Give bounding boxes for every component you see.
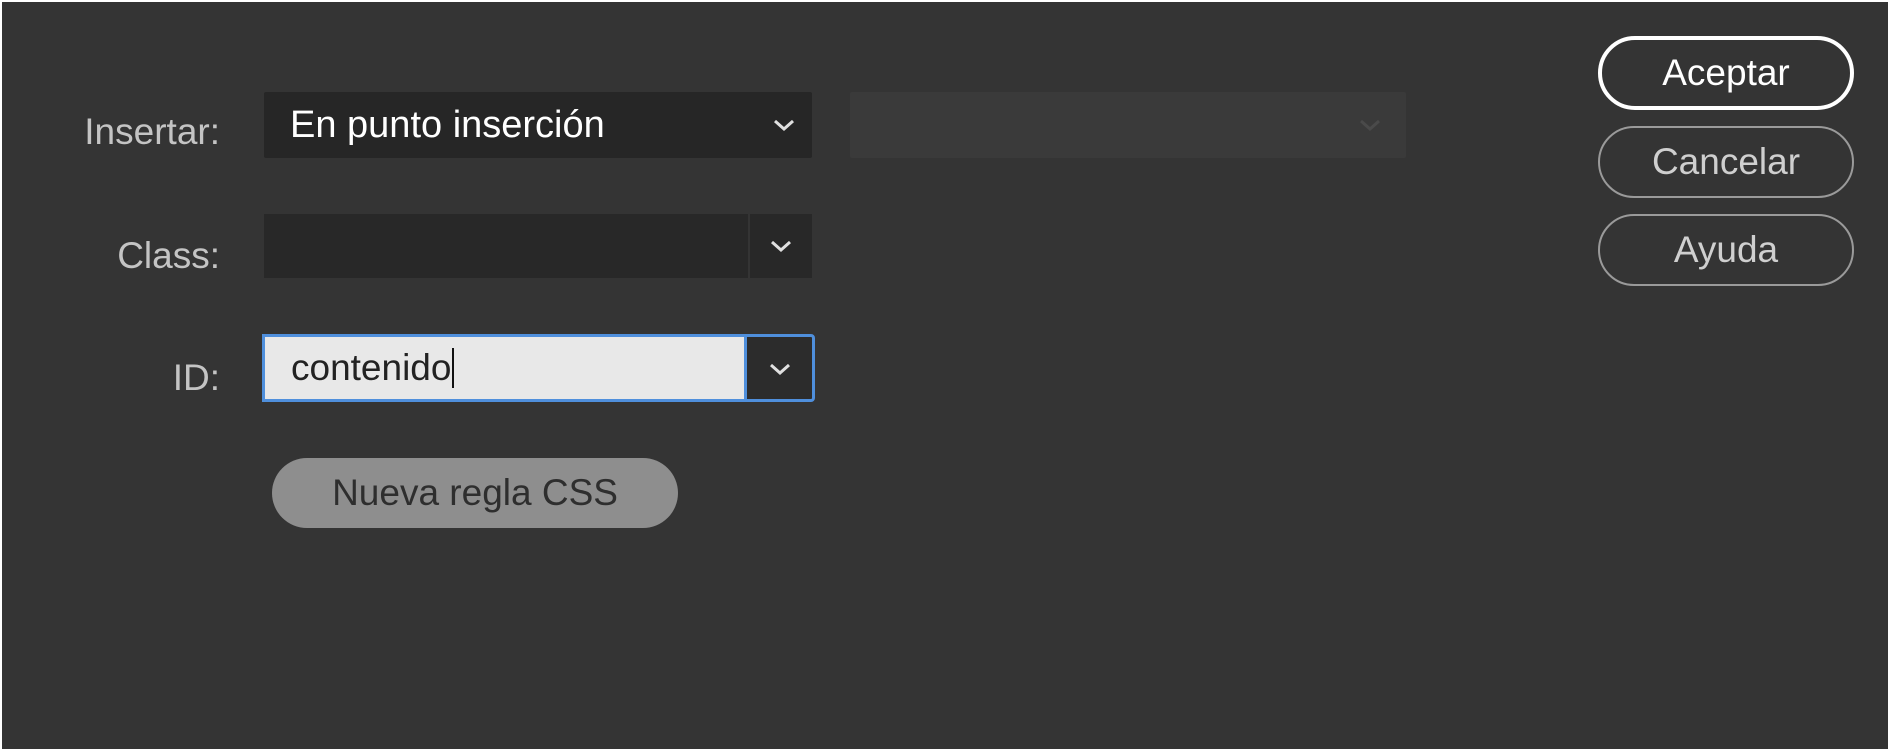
id-dropdown-button[interactable] [744,334,815,402]
insert-target-select [850,92,1406,158]
class-dropdown-button[interactable] [750,214,812,278]
id-input-value: contenido [291,347,452,388]
chevron-down-icon [767,237,795,255]
new-css-rule-button[interactable]: Nueva regla CSS [272,458,678,528]
chevron-down-icon [770,116,798,134]
insert-div-dialog: Insertar: En punto inserción Class: ID: … [0,0,1890,755]
insert-label: Insertar: [84,111,220,152]
insert-position-value: En punto inserción [290,104,605,146]
text-caret [452,348,455,388]
id-input[interactable]: contenido [262,334,744,402]
help-button[interactable]: Ayuda [1598,214,1854,286]
class-input[interactable] [264,214,748,278]
chevron-down-icon [1356,116,1384,134]
ok-button[interactable]: Aceptar [1598,36,1854,110]
insert-position-select[interactable]: En punto inserción [264,92,812,158]
class-label: Class: [117,235,220,276]
id-label: ID: [172,357,220,398]
cancel-button[interactable]: Cancelar [1598,126,1854,198]
class-combobox[interactable] [264,214,812,278]
chevron-down-icon [766,360,794,378]
id-combobox[interactable]: contenido [262,334,815,402]
